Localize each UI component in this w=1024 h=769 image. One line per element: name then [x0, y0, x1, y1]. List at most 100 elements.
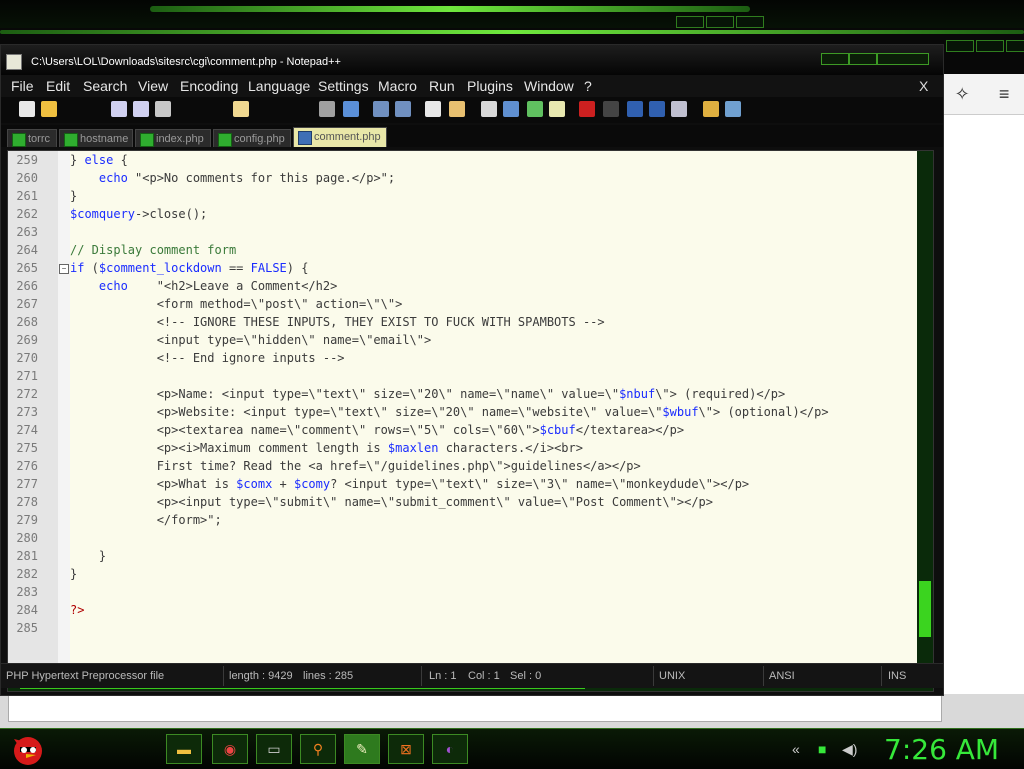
- code-line[interactable]: 283: [8, 583, 918, 601]
- code-line[interactable]: 274 <p><textarea name=\"comment\" rows=\…: [8, 421, 918, 439]
- menu-window[interactable]: Window: [524, 78, 574, 94]
- save-all-icon[interactable]: [133, 101, 149, 117]
- code-line[interactable]: 276 First time? Read the <a href=\"/guid…: [8, 457, 918, 475]
- print-icon[interactable]: [155, 101, 171, 117]
- code-line[interactable]: 277 <p>What is $comx + $comy? <input typ…: [8, 475, 918, 493]
- tab-comment-php[interactable]: comment.php: [293, 127, 387, 147]
- line-number: 267: [16, 297, 38, 311]
- code-line[interactable]: 265 if ($comment_lockdown == FALSE) {: [8, 259, 918, 277]
- taskbar-tor-icon[interactable]: ◐: [432, 734, 468, 764]
- code-line[interactable]: 267 <form method=\"post\" action=\"\">: [8, 295, 918, 313]
- code-line[interactable]: 271: [8, 367, 918, 385]
- fold-toggle-icon[interactable]: −: [59, 264, 69, 274]
- extension-icon[interactable]: ✧: [955, 84, 970, 105]
- title-bar[interactable]: C:\Users\LOL\Downloads\sitesrc\cgi\comme…: [1, 45, 943, 75]
- taskbar-xampp-icon[interactable]: ⊠: [388, 734, 424, 764]
- code-line[interactable]: 259} else {: [8, 151, 918, 169]
- code-text: </form>";: [70, 513, 222, 527]
- menu-edit[interactable]: Edit: [46, 78, 70, 94]
- code-line[interactable]: 281 }: [8, 547, 918, 565]
- stop-macro-icon[interactable]: [603, 101, 619, 117]
- code-line[interactable]: 270 <!-- End ignore inputs -->: [8, 349, 918, 367]
- code-text: <input type=\"hidden\" name=\"email\">: [70, 333, 432, 347]
- taskbar-chrome-icon[interactable]: ◉: [212, 734, 248, 764]
- vertical-scrollbar[interactable]: [917, 151, 933, 691]
- sync-h-icon[interactable]: [449, 101, 465, 117]
- menu-help[interactable]: ?: [584, 78, 592, 94]
- zoom-in-icon[interactable]: [373, 101, 389, 117]
- code-text: ?>: [70, 603, 85, 617]
- code-line[interactable]: 273 <p>Website: <input type=\"text\" siz…: [8, 403, 918, 421]
- zoom-out-icon[interactable]: [395, 101, 411, 117]
- taskbar-explorer-icon[interactable]: ▬: [166, 734, 202, 764]
- sync-v-icon[interactable]: [425, 101, 441, 117]
- play-macro-icon[interactable]: [627, 101, 643, 117]
- code-line[interactable]: 285: [8, 619, 918, 637]
- tray-volume-icon[interactable]: ◀): [842, 741, 857, 758]
- menu-file[interactable]: File: [11, 78, 34, 94]
- menu-macro[interactable]: Macro: [378, 78, 417, 94]
- close-document-icon[interactable]: X: [919, 78, 928, 94]
- status-insert-mode: INS: [888, 670, 907, 682]
- code-editor[interactable]: 259} else {260 echo "<p>No comments for …: [7, 150, 934, 692]
- find-icon[interactable]: [319, 101, 335, 117]
- code-line[interactable]: 269 <input type=\"hidden\" name=\"email\…: [8, 331, 918, 349]
- code-line[interactable]: 262 $comquery->close();: [8, 205, 918, 223]
- menu-search[interactable]: Search: [83, 78, 127, 94]
- code-line[interactable]: 282}: [8, 565, 918, 583]
- run-macro-multiple-icon[interactable]: [649, 101, 665, 117]
- tray-network-icon[interactable]: ■: [818, 741, 826, 757]
- code-line[interactable]: 275 <p><i>Maximum comment length is $max…: [8, 439, 918, 457]
- code-line[interactable]: 280: [8, 529, 918, 547]
- code-line[interactable]: 266 echo "<h2>Leave a Comment</h2>: [8, 277, 918, 295]
- indent-guide-icon[interactable]: [527, 101, 543, 117]
- open-file-icon[interactable]: [41, 101, 57, 117]
- menu-language[interactable]: Language: [248, 78, 310, 94]
- save-macro-icon[interactable]: [671, 101, 687, 117]
- replace-icon[interactable]: [343, 101, 359, 117]
- code-line[interactable]: 279 </form>";: [8, 511, 918, 529]
- code-line[interactable]: 264 // Display comment form: [8, 241, 918, 259]
- taskbar-search-icon[interactable]: ⚲: [300, 734, 336, 764]
- tray-expand-icon[interactable]: «: [792, 741, 800, 757]
- show-all-chars-icon[interactable]: [503, 101, 519, 117]
- tab-hostname[interactable]: hostname: [59, 129, 133, 147]
- menu-settings[interactable]: Settings: [318, 78, 369, 94]
- menu-run[interactable]: Run: [429, 78, 455, 94]
- tab-index-php[interactable]: index.php: [135, 129, 211, 147]
- taskbar-clock[interactable]: 7:26 AM: [884, 733, 999, 766]
- maximize-button[interactable]: [849, 53, 877, 65]
- code-line[interactable]: 284 ?>: [8, 601, 918, 619]
- code-line[interactable]: 268 <!-- IGNORE THESE INPUTS, THEY EXIST…: [8, 313, 918, 331]
- code-line[interactable]: 278 <p><input type=\"submit\" name=\"sub…: [8, 493, 918, 511]
- start-button-angry-bird-icon[interactable]: [8, 731, 48, 767]
- folder-icon[interactable]: [703, 101, 719, 117]
- menu-icon[interactable]: ≡: [999, 84, 1010, 105]
- wrap-icon[interactable]: [481, 101, 497, 117]
- new-file-icon[interactable]: [19, 101, 35, 117]
- tab-torrc[interactable]: torrc: [7, 129, 57, 147]
- menu-plugins[interactable]: Plugins: [467, 78, 513, 94]
- spellcheck-icon[interactable]: [725, 101, 741, 117]
- line-number: 283: [16, 585, 38, 599]
- code-line[interactable]: 263: [8, 223, 918, 241]
- code-line[interactable]: 260 echo "<p>No comments for this page.<…: [8, 169, 918, 187]
- code-line[interactable]: 261}: [8, 187, 918, 205]
- close-button[interactable]: [877, 53, 929, 65]
- record-macro-icon[interactable]: [579, 101, 595, 117]
- menu-encoding[interactable]: Encoding: [180, 78, 238, 94]
- minimize-button[interactable]: [821, 53, 849, 65]
- vertical-scroll-thumb[interactable]: [919, 581, 931, 637]
- save-icon[interactable]: [111, 101, 127, 117]
- tab-config-php[interactable]: config.php: [213, 129, 291, 147]
- background-browser-panel: [940, 74, 1024, 714]
- doc-map-icon[interactable]: [549, 101, 565, 117]
- paste-icon[interactable]: [233, 101, 249, 117]
- code-text: <p><textarea name=\"comment\" rows=\"5\"…: [70, 423, 685, 437]
- menu-view[interactable]: View: [138, 78, 168, 94]
- taskbar-cmd-icon[interactable]: ▭: [256, 734, 292, 764]
- taskbar-notepadpp-icon[interactable]: ✎: [344, 734, 380, 764]
- line-number: 285: [16, 621, 38, 635]
- code-line[interactable]: 272 <p>Name: <input type=\"text\" size=\…: [8, 385, 918, 403]
- code-text: <!-- End ignore inputs -->: [70, 351, 345, 365]
